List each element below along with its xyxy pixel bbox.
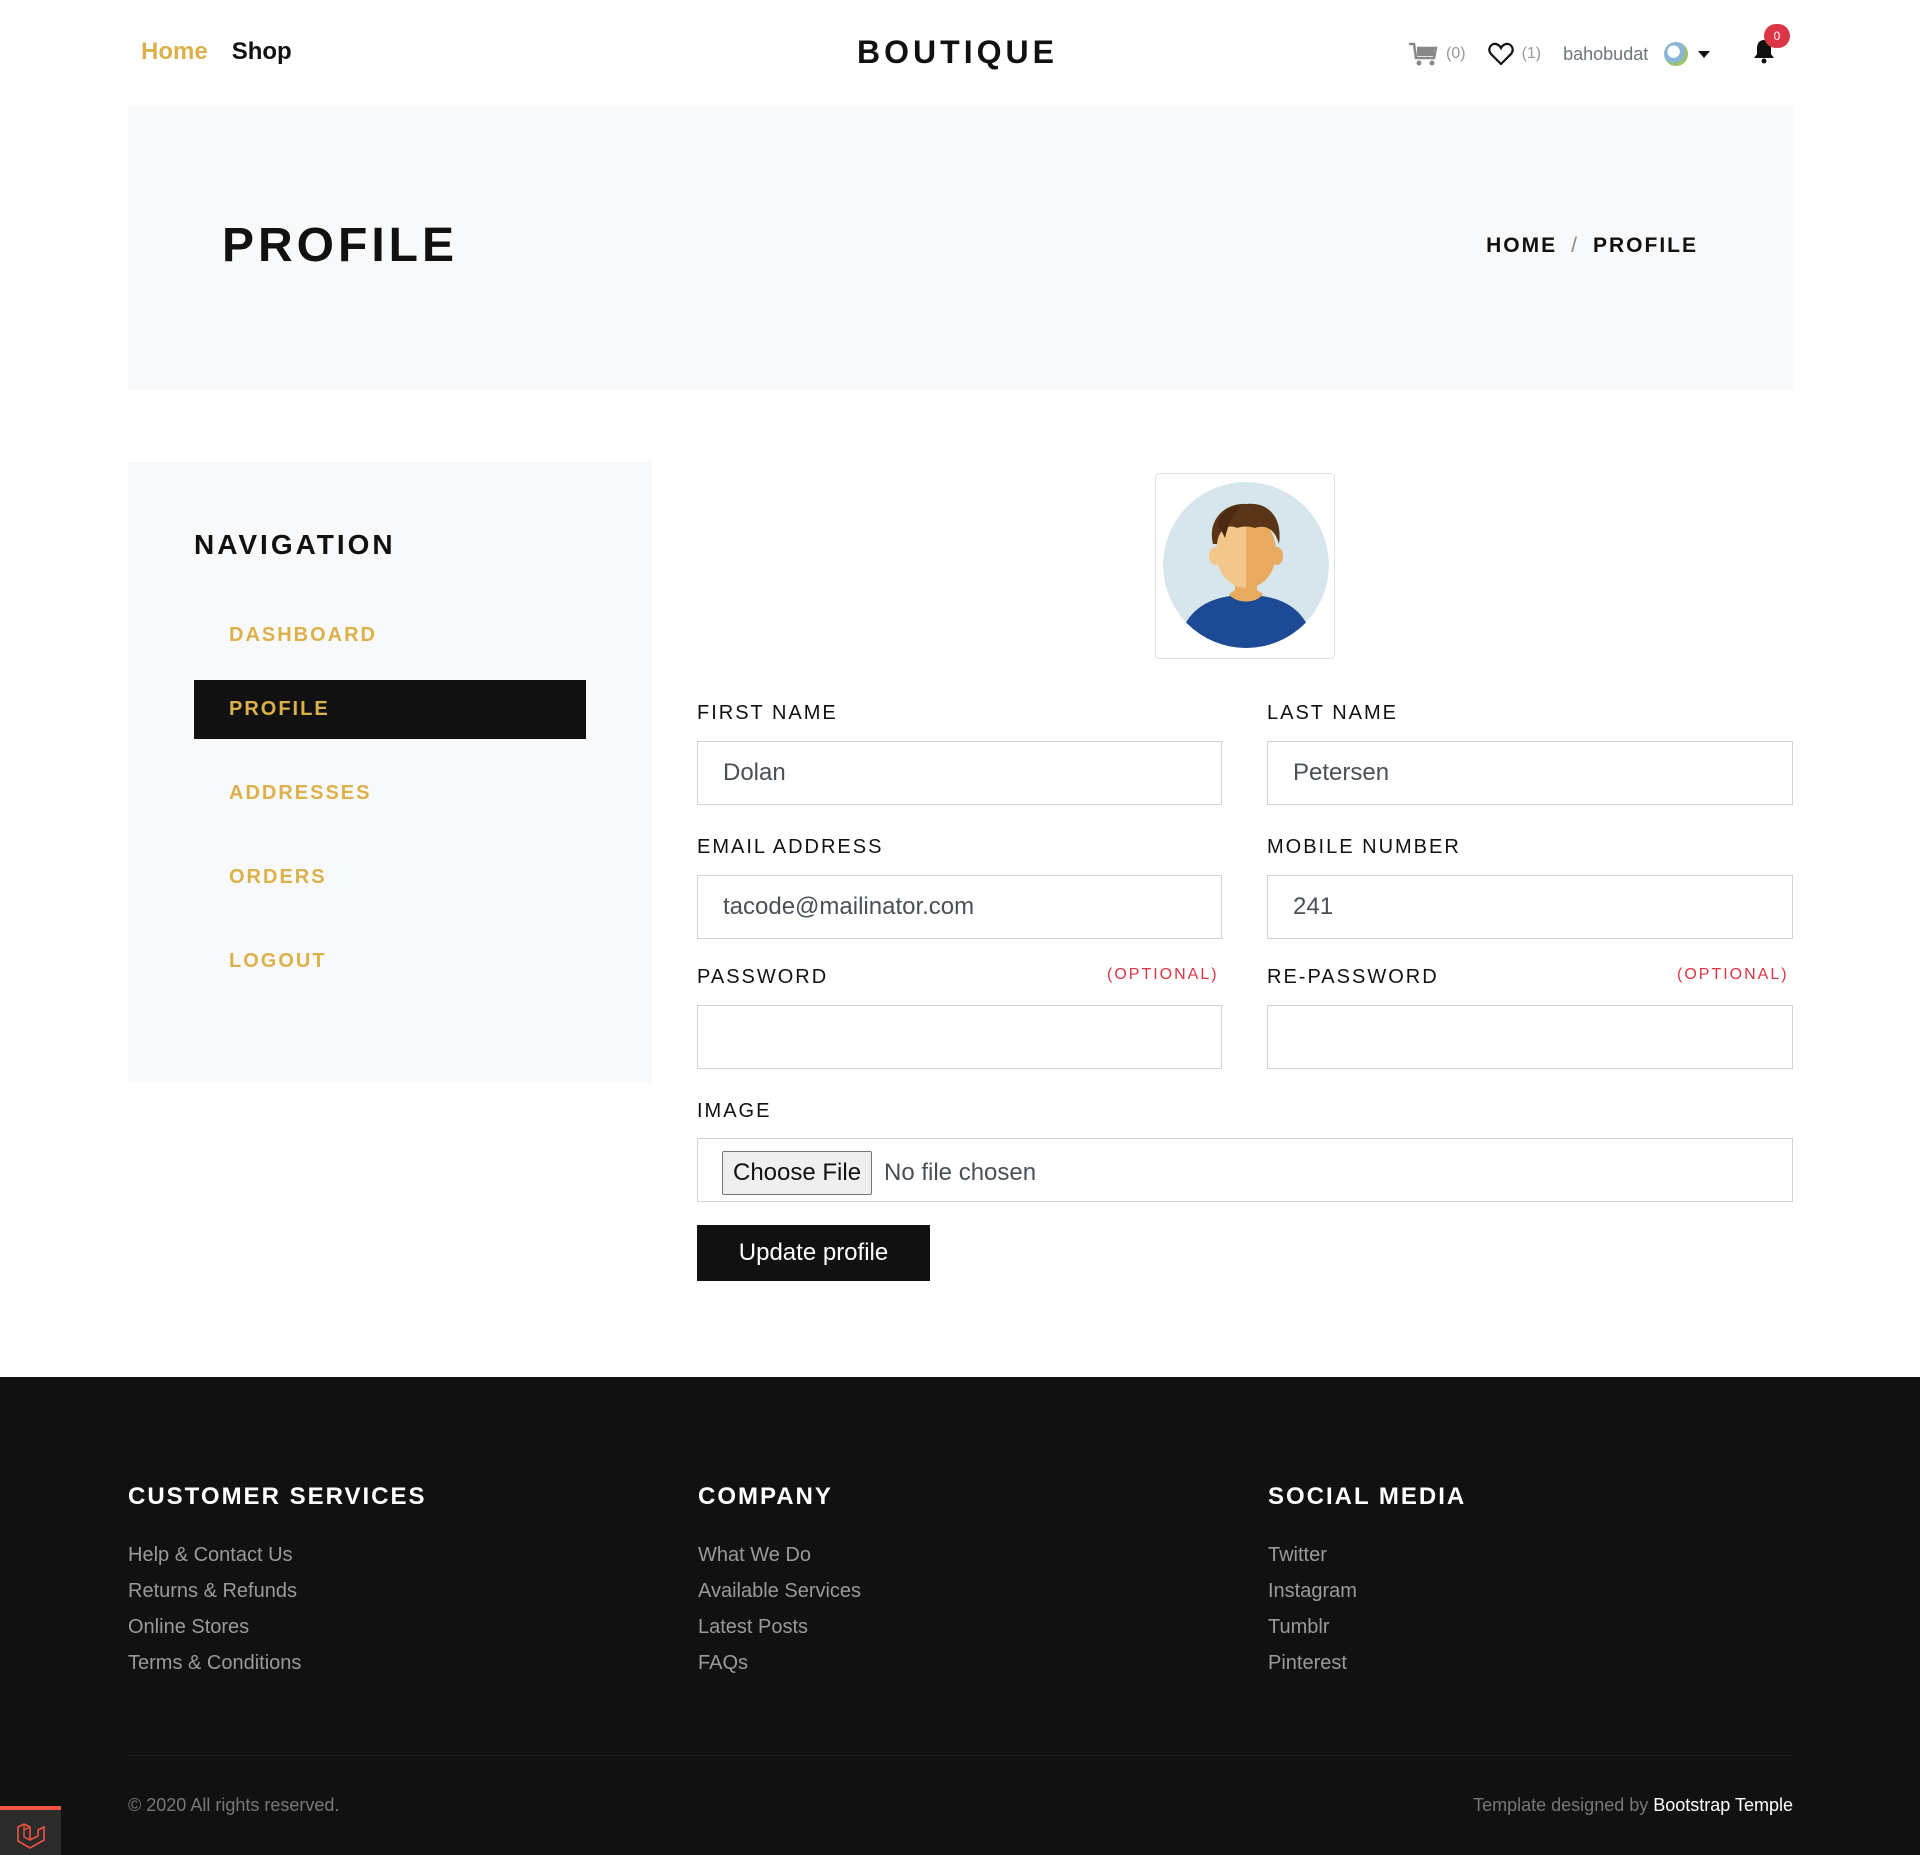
first-name-label: FIRST NAME — [697, 702, 838, 724]
last-name-field[interactable]: Petersen — [1267, 741, 1793, 805]
re-password-optional-hint: (OPTIONAL) — [1677, 966, 1789, 983]
password-optional-hint: (OPTIONAL) — [1107, 966, 1219, 983]
file-status: No file chosen — [884, 1159, 1037, 1186]
footer-link[interactable]: Returns & Refunds — [128, 1573, 427, 1609]
first-name-field[interactable]: Dolan — [697, 741, 1222, 805]
email-field[interactable]: tacode@mailinator.com — [697, 875, 1222, 939]
debugbar-toggle[interactable] — [0, 1806, 61, 1855]
footer: CUSTOMER SERVICES Help & Contact Us Retu… — [0, 1377, 1920, 1855]
footer-link[interactable]: FAQs — [698, 1645, 861, 1681]
sidebar-item-addresses[interactable]: ADDRESSES — [194, 764, 586, 823]
laravel-icon — [17, 1823, 45, 1849]
last-name-label: LAST NAME — [1267, 702, 1398, 724]
footer-link[interactable]: Online Stores — [128, 1609, 427, 1645]
sidebar-item-dashboard[interactable]: DASHBOARD — [194, 606, 586, 665]
image-file-input[interactable]: Choose File No file chosen — [697, 1138, 1793, 1202]
breadcrumb-current: PROFILE — [1592, 234, 1698, 257]
update-profile-button[interactable]: Update profile — [697, 1225, 930, 1281]
wishlist-count: (1) — [1521, 45, 1542, 62]
footer-column-title: CUSTOMER SERVICES — [128, 1483, 427, 1510]
notifications-button[interactable]: 0 — [1752, 24, 1790, 68]
footer-divider — [128, 1755, 1793, 1756]
cart-count: (0) — [1446, 45, 1466, 62]
sidebar-title: NAVIGATION — [194, 529, 396, 560]
notification-badge: 0 — [1764, 24, 1790, 48]
brand-text: BOUTIQUE — [857, 34, 1058, 70]
header: Home Shop BOUTIQUE (0) (1) bahobudat 0 — [0, 0, 1920, 106]
profile-avatar-image — [1163, 482, 1329, 648]
re-password-label: RE-PASSWORD — [1267, 966, 1439, 988]
choose-file-button[interactable]: Choose File — [722, 1151, 873, 1195]
footer-link[interactable]: Latest Posts — [698, 1609, 861, 1645]
footer-link[interactable]: Pinterest — [1268, 1645, 1466, 1681]
account-sidebar: NAVIGATION DASHBOARD PROFILE ADDRESSES O… — [128, 461, 652, 1082]
footer-column-social-media: SOCIAL MEDIA Twitter Instagram Tumblr Pi… — [1268, 1483, 1466, 1681]
footer-link[interactable]: Instagram — [1268, 1573, 1466, 1609]
sidebar-item-logout[interactable]: LOGOUT — [194, 932, 586, 991]
password-field[interactable] — [697, 1005, 1222, 1069]
page-title: PROFILE — [222, 219, 459, 272]
template-credit: Template designed by Bootstrap Temple — [1473, 1795, 1793, 1816]
footer-link[interactable]: Twitter — [1268, 1537, 1466, 1573]
sidebar-item-orders[interactable]: ORDERS — [194, 848, 586, 907]
re-password-field[interactable] — [1267, 1005, 1793, 1069]
sidebar-item-profile[interactable]: PROFILE — [194, 680, 586, 739]
footer-link[interactable]: Terms & Conditions — [128, 1645, 427, 1681]
footer-column-title: SOCIAL MEDIA — [1268, 1483, 1467, 1510]
caret-down-icon[interactable] — [1698, 50, 1711, 58]
breadcrumb-home[interactable]: HOME — [1486, 234, 1557, 258]
email-label: EMAIL ADDRESS — [697, 836, 884, 858]
footer-column-customer-services: CUSTOMER SERVICES Help & Contact Us Retu… — [128, 1483, 427, 1681]
copyright-text: © 2020 All rights reserved. — [128, 1795, 340, 1815]
footer-link[interactable]: Available Services — [698, 1573, 861, 1609]
mobile-label: MOBILE NUMBER — [1267, 836, 1461, 858]
footer-link[interactable]: Help & Contact Us — [128, 1537, 427, 1573]
user-avatar-icon[interactable] — [1664, 42, 1689, 66]
username[interactable]: bahobudat — [1563, 44, 1648, 65]
footer-link[interactable]: What We Do — [698, 1537, 861, 1573]
profile-image-frame — [1155, 473, 1335, 659]
footer-link[interactable]: Tumblr — [1268, 1609, 1466, 1645]
user-nav: (0) (1) bahobudat — [1408, 38, 1711, 70]
password-label: PASSWORD — [697, 966, 829, 988]
breadcrumb: HOME / PROFILE — [1486, 234, 1698, 258]
footer-column-company: COMPANY What We Do Available Services La… — [698, 1483, 861, 1681]
bootstrap-temple-link[interactable]: Bootstrap Temple — [1653, 1795, 1793, 1815]
breadcrumb-separator: / — [1571, 234, 1579, 257]
cart-icon[interactable] — [1408, 41, 1438, 67]
heart-icon[interactable] — [1487, 42, 1514, 66]
footer-column-title: COMPANY — [698, 1483, 833, 1510]
page-hero: PROFILE HOME / PROFILE — [128, 106, 1793, 389]
image-label: IMAGE — [697, 1100, 772, 1122]
mobile-field[interactable]: 241 — [1267, 875, 1793, 939]
template-credit-prefix: Template designed by — [1473, 1795, 1654, 1815]
